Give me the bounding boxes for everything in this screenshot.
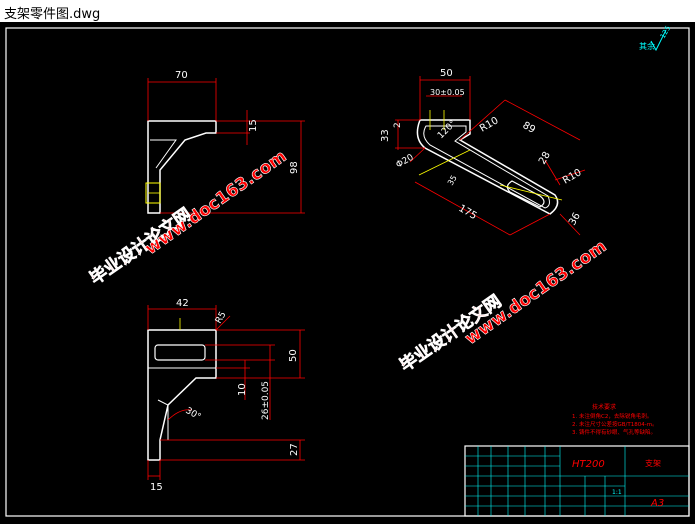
- front-view-outline: [147, 329, 217, 461]
- side-view: 50 30±0.05 R10 89 120° 33 2 Φ20 35 175 R…: [380, 68, 586, 236]
- material-label: HT200: [572, 459, 605, 470]
- window-title: 支架零件图.dwg: [4, 7, 101, 22]
- dim-35: 35: [446, 174, 459, 187]
- scale: 1:1: [612, 489, 622, 496]
- dim-70: 70: [175, 70, 188, 81]
- dim-33: 33: [380, 129, 391, 142]
- dim-30: 30±0.05: [430, 88, 465, 97]
- dim-r10b: R10: [561, 167, 584, 186]
- front-view: 42 R5 50 10 26±0.05 30° 27 15: [147, 298, 305, 493]
- watermark-1: 毕业设计论文网 www.doc163.com: [86, 146, 291, 289]
- side-view-dimensions: [395, 76, 586, 236]
- technical-notes: 技术要求 1. 未注倒角C2，去除锐角毛刺。 2. 未注尺寸公差按GB/T180…: [572, 403, 658, 436]
- dim-36: 36: [567, 211, 583, 228]
- sheet-size: A3: [650, 498, 664, 509]
- notes-item-2: 2. 未注尺寸公差按GB/T1804-m。: [572, 420, 658, 428]
- dim-50: 50: [440, 68, 453, 79]
- roughness-label: 其余: [639, 41, 655, 51]
- dim-120: 120°: [436, 119, 458, 141]
- watermark-line2: www.doc163.com: [461, 236, 610, 349]
- dim-42: 42: [176, 298, 189, 309]
- dim-10: 10: [237, 383, 248, 396]
- dim-89: 89: [521, 120, 538, 136]
- dim-2: 2: [393, 122, 403, 128]
- dim-50b: 50: [288, 349, 299, 362]
- dim-30deg: 30°: [184, 406, 203, 423]
- dim-phi20: Φ20: [395, 153, 416, 171]
- title-block: HT200 支架 A3 1:1: [464, 445, 690, 517]
- part-name: 支架: [645, 458, 661, 468]
- notes-item-3: 3. 铸件不得有砂眼、气孔等缺陷。: [572, 428, 656, 436]
- cad-drawing: 其余 125 70 15 98 50 30±0.05 R10 89 120° 3…: [5, 24, 690, 517]
- dim-28: 28: [537, 150, 553, 167]
- dim-26: 26±0.05: [261, 381, 271, 420]
- front-view-slot: [154, 344, 206, 361]
- watermark-2: 毕业设计论文网 www.doc163.com: [396, 236, 611, 376]
- dim-175: 175: [457, 203, 479, 222]
- dim-98: 98: [289, 161, 300, 174]
- drawing-canvas[interactable]: 其余 125 70 15 98 50 30±0.05 R10 89 120° 3…: [0, 22, 695, 520]
- front-view-dimensions: [147, 305, 305, 480]
- dim-r10a: R10: [478, 115, 501, 134]
- watermark-line2: www.doc163.com: [141, 146, 290, 259]
- dim-27: 27: [289, 443, 300, 456]
- notes-title: 技术要求: [592, 403, 616, 411]
- dim-15b: 15: [150, 482, 163, 493]
- notes-item-1: 1. 未注倒角C2，去除锐角毛刺。: [572, 412, 652, 420]
- window-title-bar: 支架零件图.dwg: [0, 0, 695, 23]
- dim-15: 15: [248, 119, 259, 132]
- roughness-value: 125: [659, 24, 673, 40]
